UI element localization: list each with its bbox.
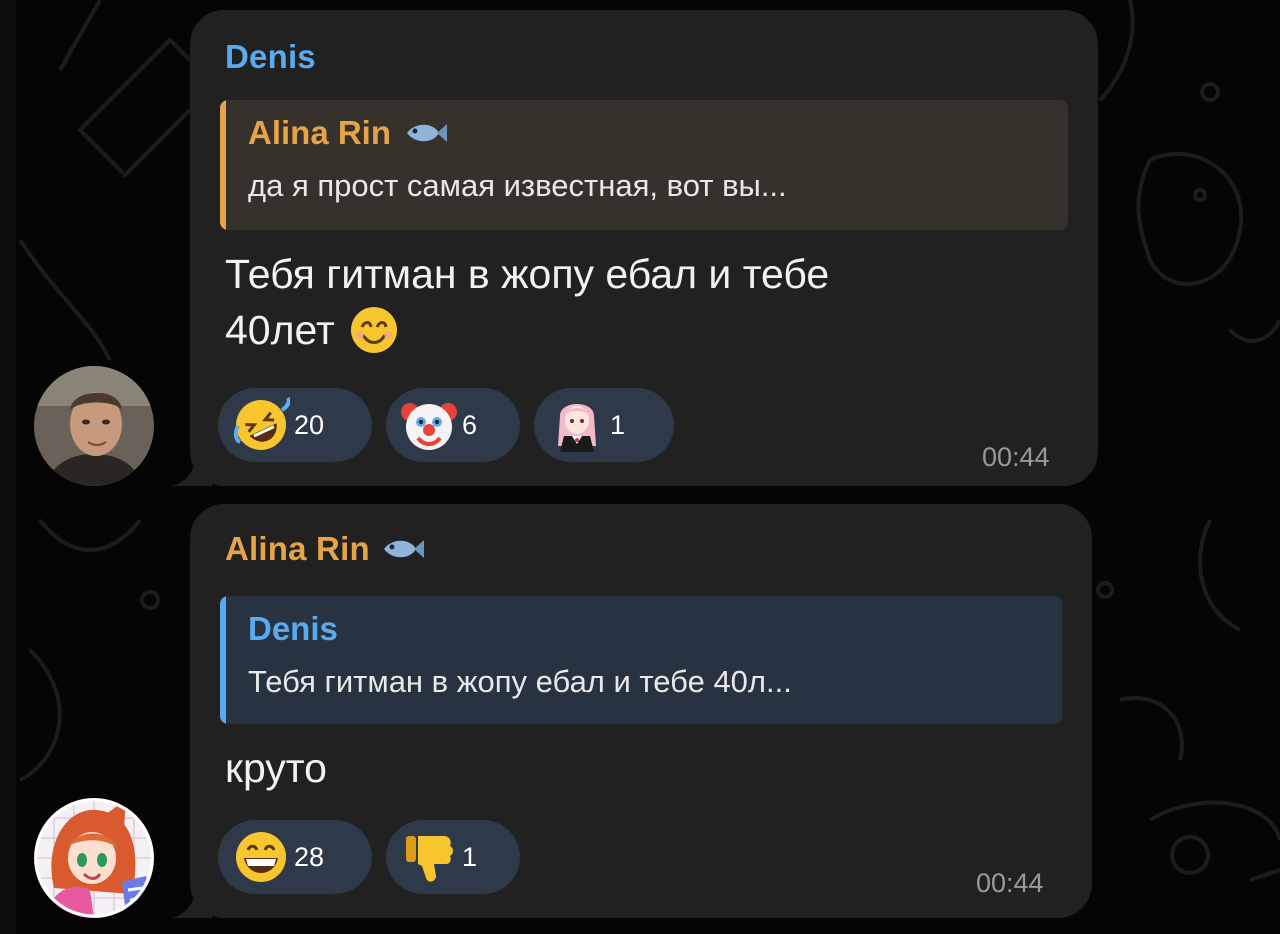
smiling-face-icon: [350, 307, 397, 353]
bubble-tail: [172, 456, 212, 486]
message-bubble[interactable]: Alina Rin Denis Тебя гитман в жопу ебал …: [172, 504, 1092, 918]
reaction-count: 1: [462, 841, 478, 872]
clown-face-icon: [401, 403, 457, 450]
denis-avatar[interactable]: [34, 366, 154, 486]
reply-quote-bar: [220, 100, 226, 230]
reply-quote[interactable]: Alina Rin да я прост самая известная, во…: [220, 100, 1068, 230]
grinning-face-icon: [236, 832, 286, 882]
reply-sender-name: Denis: [248, 610, 338, 647]
message-time: 00:44: [976, 868, 1044, 898]
reaction-count: 28: [294, 841, 325, 872]
reaction-count: 20: [294, 409, 325, 440]
window-edge: [0, 0, 16, 934]
fish-icon: [407, 124, 448, 142]
reaction-count: 6: [462, 409, 478, 440]
rofl-face-icon: [233, 397, 290, 450]
message-text-line: 40лет: [225, 307, 335, 353]
message-text-line: Тебя гитман в жопу ебал и тебе: [225, 251, 830, 297]
reaction-button[interactable]: 20: [218, 388, 372, 462]
message-time: 00:44: [982, 442, 1050, 472]
message-text: Тебя гитман в жопу ебал и тебе 40лет: [225, 246, 829, 358]
fish-icon: [383, 540, 424, 558]
reaction-button[interactable]: 1: [386, 820, 520, 894]
reaction-button[interactable]: 28: [218, 820, 372, 894]
message-text: круто: [225, 745, 327, 791]
reaction-button[interactable]: 1: [534, 388, 674, 462]
reaction-button[interactable]: 6: [386, 388, 520, 462]
sender-name[interactable]: Alina Rin: [225, 530, 370, 568]
reply-quote[interactable]: Denis Тебя гитман в жопу ебал и тебе 40л…: [220, 596, 1062, 724]
message-bubble[interactable]: Denis Alina Rin да я прост самая известн…: [172, 10, 1098, 486]
alina-avatar[interactable]: [34, 798, 154, 918]
alina-avatar-image: [34, 798, 154, 918]
bubble-tail: [172, 888, 212, 918]
reaction-count: 1: [610, 409, 626, 440]
reply-quote-bar: [220, 596, 226, 724]
sender-name[interactable]: Denis: [225, 38, 316, 76]
denis-avatar-photo: [34, 366, 154, 486]
thumbs-down-icon: [406, 836, 453, 882]
reply-sender-name: Alina Rin: [248, 114, 392, 151]
reply-text: Тебя гитман в жопу ебал и тебе 40л...: [248, 664, 792, 699]
reply-text: да я прост самая известная, вот вы...: [248, 168, 787, 203]
anime-girl-sticker-icon: [558, 404, 596, 452]
